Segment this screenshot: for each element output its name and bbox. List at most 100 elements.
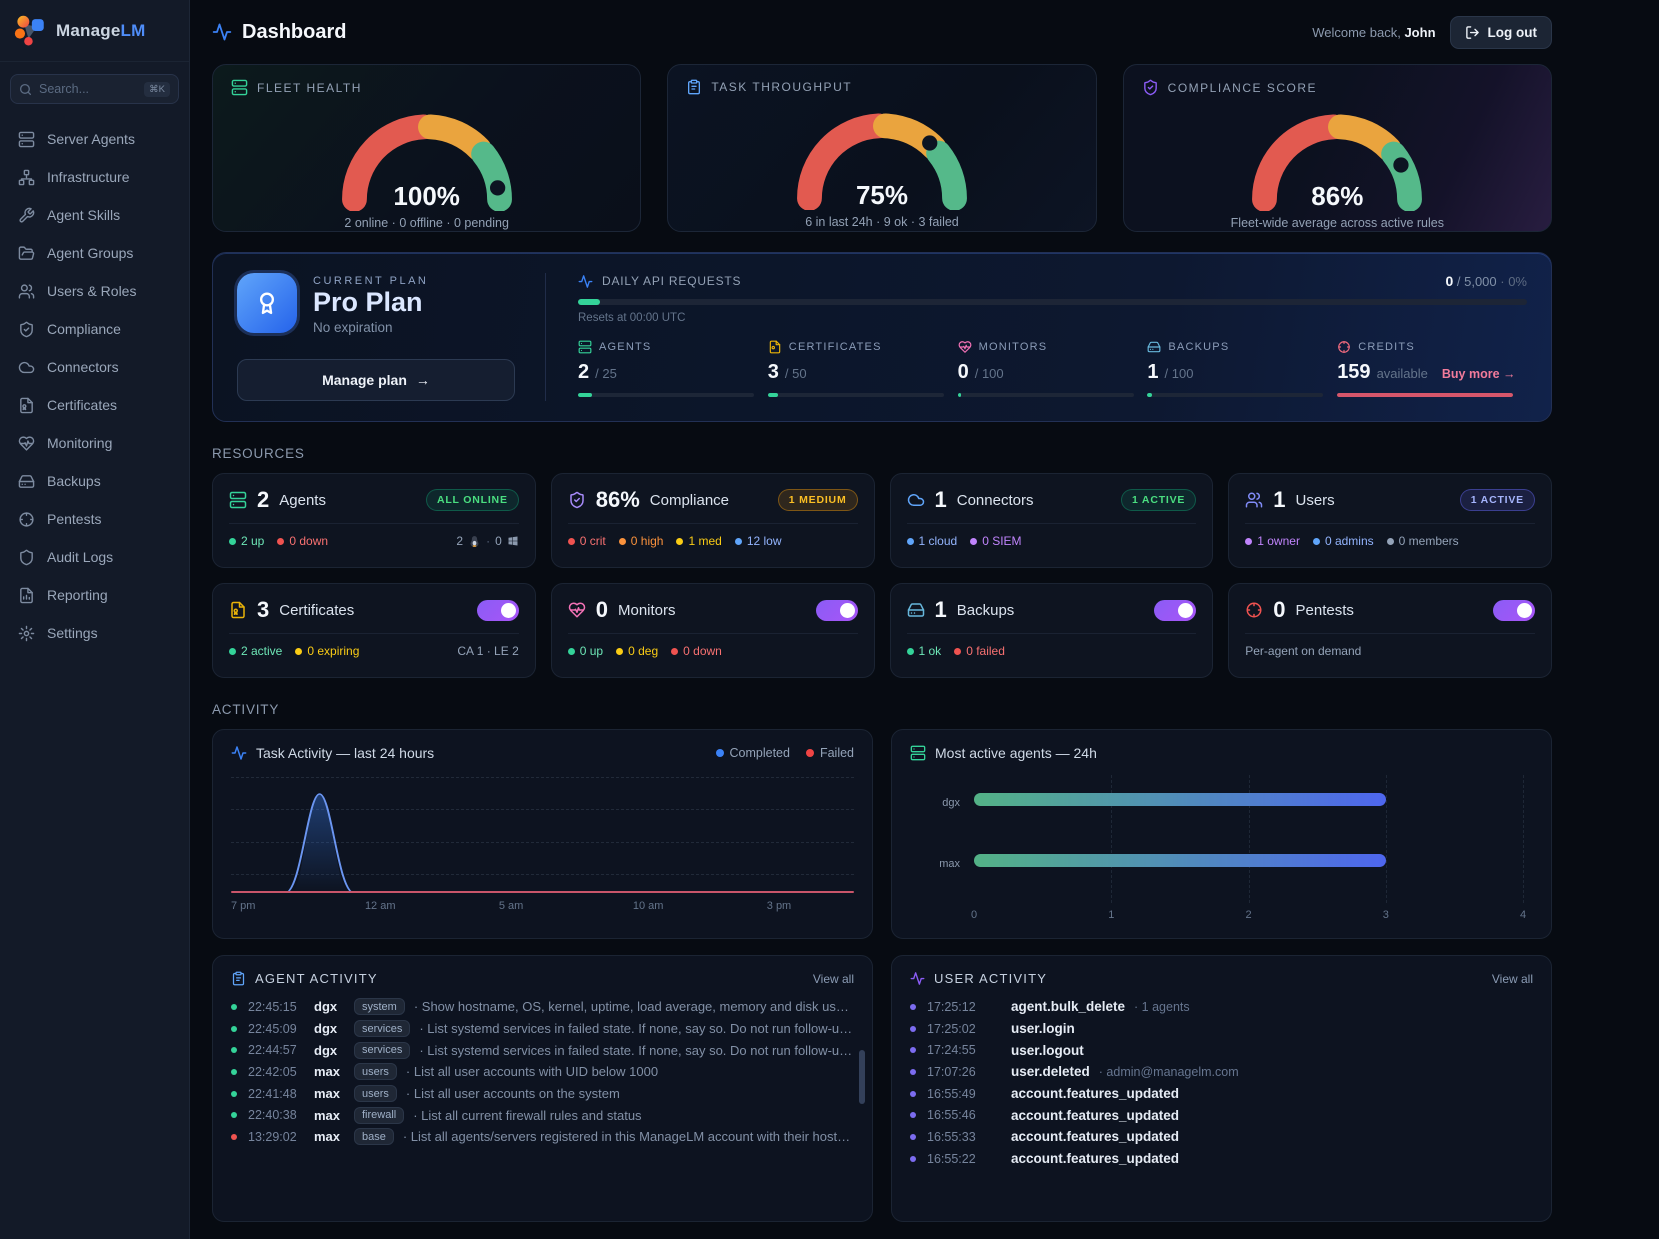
sidebar-item-agent-skills[interactable]: Agent Skills [8,196,181,234]
fleet-health-card: FLEET HEALTH 100% 2 online · 0 offline ·… [212,64,641,232]
log-description: · List all user accounts with UID below … [406,1064,658,1079]
log-time: 22:41:48 [248,1087,314,1101]
certificates-toggle[interactable] [477,600,519,621]
compliance-score-card: COMPLIANCE SCORE 86% Fleet-wide average … [1123,64,1552,232]
os-breakdown: 2 · 0 [456,534,518,548]
status-dot [910,1112,916,1118]
backups-toggle[interactable] [1154,600,1196,621]
gauge-subtitle: 6 in last 24h · 9 ok · 3 failed [686,215,1077,229]
log-description: · List systemd services in failed state.… [419,1021,854,1036]
activity-logs: AGENT ACTIVITY View all 22:45:15 dgx sys… [212,955,1552,1222]
monitors-toggle[interactable] [816,600,858,621]
table-row[interactable]: 22:45:09 dgx services · List systemd ser… [231,1018,854,1040]
sidebar-nav: Server Agents Infrastructure Agent Skill… [0,116,189,656]
table-row[interactable]: 17:07:26 user.deleted · admin@managelm.c… [910,1061,1533,1083]
users-icon [1245,491,1263,509]
table-row[interactable]: 13:29:02 max base · List all agents/serv… [231,1126,854,1148]
sidebar-item-certificates[interactable]: Certificates [8,386,181,424]
log-description: · List systemd services in failed state.… [419,1043,854,1058]
scrollbar[interactable] [859,1050,865,1104]
log-description: · List all agents/servers registered in … [403,1129,854,1144]
task-activity-plot [231,777,854,893]
connectors-label: Connectors [957,492,1034,509]
table-row[interactable]: 22:42:05 max users · List all user accou… [231,1061,854,1083]
table-row[interactable]: 17:25:12 agent.bulk_delete · 1 agents [910,996,1533,1018]
backups-resource-card[interactable]: 1 Backups 1 ok 0 failed [890,583,1214,678]
file-chart-icon [18,587,35,604]
table-row[interactable]: 16:55:49 account.features_updated [910,1083,1533,1105]
manage-plan-button[interactable]: Manage plan → [237,359,515,401]
gauge-subtitle: Fleet-wide average across active rules [1142,216,1533,230]
table-row[interactable]: 16:55:46 account.features_updated [910,1104,1533,1126]
most-active-agents-card: Most active agents — 24h dgx max 0 1 2 3… [891,729,1552,939]
agents-resource-card[interactable]: 2 Agents ALL ONLINE 2 up 0 down 2 · 0 [212,473,536,568]
sidebar-item-compliance[interactable]: Compliance [8,310,181,348]
certificates-count: 3 [257,597,269,623]
heart-pulse-icon [568,601,586,619]
pentests-label: Pentests [1296,602,1354,619]
monitors-label: Monitors [618,602,676,619]
fleet-health-gauge: 100% [322,98,532,214]
plan-stat-certificates: CERTIFICATES 3/ 50 [768,340,958,397]
table-row[interactable]: 22:41:48 max users · List all user accou… [231,1083,854,1105]
sidebar-item-label: Connectors [47,359,119,375]
sidebar-item-connectors[interactable]: Connectors [8,348,181,386]
monitors-resource-card[interactable]: 0 Monitors 0 up 0 deg 0 down [551,583,875,678]
resources-grid: 2 Agents ALL ONLINE 2 up 0 down 2 · 0 [212,473,1552,678]
plan-stat-backups: BACKUPS 1/ 100 [1147,340,1337,397]
status-dot [910,1156,916,1162]
sidebar-item-settings[interactable]: Settings [8,614,181,652]
table-row[interactable]: 17:24:55 user.logout [910,1039,1533,1061]
sidebar-item-users-roles[interactable]: Users & Roles [8,272,181,310]
users-resource-card[interactable]: 1 Users 1 ACTIVE 1 owner 0 admins 0 memb… [1228,473,1552,568]
table-row[interactable]: 22:45:15 dgx system · Show hostname, OS,… [231,996,854,1018]
table-row[interactable]: 22:44:57 dgx services · List systemd ser… [231,1039,854,1061]
logout-button[interactable]: Log out [1450,16,1552,49]
log-time: 13:29:02 [248,1130,314,1144]
sidebar-item-monitoring[interactable]: Monitoring [8,424,181,462]
file-badge-icon [768,340,782,354]
table-row[interactable]: 16:55:22 account.features_updated [910,1148,1533,1170]
pentests-resource-card[interactable]: 0 Pentests Per-agent on demand [1228,583,1552,678]
skill-tag: system [354,998,405,1015]
search-input-wrapper: ⌘K [10,74,179,104]
log-time: 17:25:02 [927,1022,999,1036]
log-time: 22:45:09 [248,1022,314,1036]
buy-more-link[interactable]: Buy more → [1442,367,1516,381]
sidebar-item-server-agents[interactable]: Server Agents [8,120,181,158]
agent-name: max [314,1064,348,1079]
table-row[interactable]: 16:55:33 account.features_updated [910,1126,1533,1148]
x-axis-labels: 7 pm 12 am 5 am 10 am 3 pm [231,900,854,916]
hard-drive-icon [18,473,35,490]
certificates-resource-card[interactable]: 3 Certificates 2 active 0 expiring CA 1 … [212,583,536,678]
sidebar-item-label: Backups [47,473,101,489]
sidebar-item-audit-logs[interactable]: Audit Logs [8,538,181,576]
logout-label: Log out [1488,25,1537,40]
heart-pulse-icon [958,340,972,354]
pentests-toggle[interactable] [1493,600,1535,621]
connectors-resource-card[interactable]: 1 Connectors 1 ACTIVE 1 cloud 0 SIEM [890,473,1214,568]
view-all-link[interactable]: View all [813,972,854,986]
search-input[interactable] [39,82,137,96]
brand-name: ManageLM [56,21,145,41]
sidebar-item-label: Monitoring [47,435,112,451]
table-row[interactable]: 17:25:02 user.login [910,1018,1533,1040]
activity-pulse-icon [231,745,247,761]
users-count: 1 [1273,487,1285,513]
plan-stat-credits: CREDITS 159availableBuy more → [1337,340,1527,397]
sidebar-item-infrastructure[interactable]: Infrastructure [8,158,181,196]
user-action: account.features_updated [1011,1151,1179,1166]
compliance-resource-card[interactable]: 86% Compliance 1 MEDIUM 0 crit 0 high 1 … [551,473,875,568]
status-dot [910,1091,916,1097]
main-content: Dashboard Welcome back, John Log out FLE… [190,0,1659,1239]
sidebar-item-reporting[interactable]: Reporting [8,576,181,614]
log-time: 16:55:49 [927,1087,999,1101]
sidebar-item-backups[interactable]: Backups [8,462,181,500]
view-all-link[interactable]: View all [1492,972,1533,986]
status-badge: 1 ACTIVE [1121,489,1196,511]
hard-drive-icon [1147,340,1161,354]
sidebar-item-agent-groups[interactable]: Agent Groups [8,234,181,272]
sidebar-item-pentests[interactable]: Pentests [8,500,181,538]
table-row[interactable]: 22:40:38 max firewall · List all current… [231,1104,854,1126]
activity-section-title: ACTIVITY [212,702,1552,717]
